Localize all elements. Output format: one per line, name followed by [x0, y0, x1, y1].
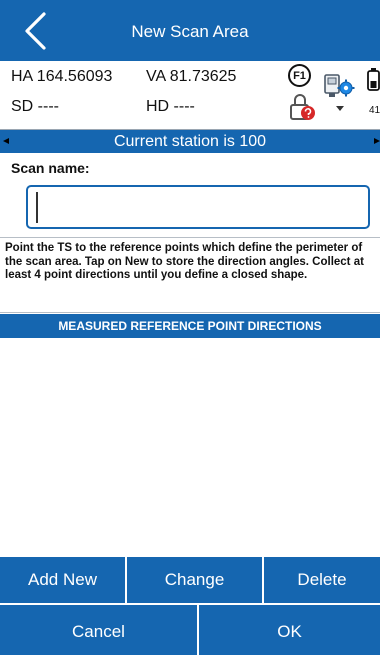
arrow-right-icon [374, 138, 380, 144]
scan-name-input[interactable] [26, 185, 370, 229]
instructions-text: Point the TS to the reference points whi… [5, 242, 364, 281]
reference-points-list[interactable] [0, 338, 380, 556]
status-icons: F1 41% [280, 61, 380, 129]
battery-percent: 41% [369, 105, 380, 116]
change-button[interactable]: Change [127, 557, 262, 603]
va-value: VA 81.73625 [146, 68, 237, 85]
f1-label: F1 [293, 70, 306, 82]
ok-button[interactable]: OK [199, 605, 380, 655]
hd-value: HD ---- [146, 98, 195, 115]
divider [0, 312, 380, 313]
station-bar: Current station is 100 [0, 130, 380, 153]
divider [0, 237, 380, 238]
dropdown-arrow-icon[interactable] [336, 106, 344, 112]
cancel-button[interactable]: Cancel [0, 605, 197, 655]
ha-value: HA 164.56093 [11, 68, 113, 85]
title-bar: New Scan Area [0, 0, 380, 61]
lock-icon [290, 94, 315, 120]
add-new-button[interactable]: Add New [0, 557, 125, 603]
battery-icon [367, 68, 380, 91]
instrument-settings-icon[interactable] [322, 71, 358, 103]
sd-value: SD ---- [11, 98, 59, 115]
delete-button[interactable]: Delete [264, 557, 380, 603]
text-caret [36, 192, 38, 223]
scan-name-label: Scan name: [11, 160, 90, 176]
f1-button[interactable]: F1 [288, 64, 311, 87]
page-title: New Scan Area [131, 22, 249, 41]
list-header: MEASURED REFERENCE POINT DIRECTIONS [0, 314, 380, 338]
station-text: Current station is 100 [113, 133, 267, 150]
measurement-panel: HA 164.56093 VA 81.73625 SD ---- HD ---- [0, 61, 280, 129]
arrow-left-icon [3, 138, 9, 144]
